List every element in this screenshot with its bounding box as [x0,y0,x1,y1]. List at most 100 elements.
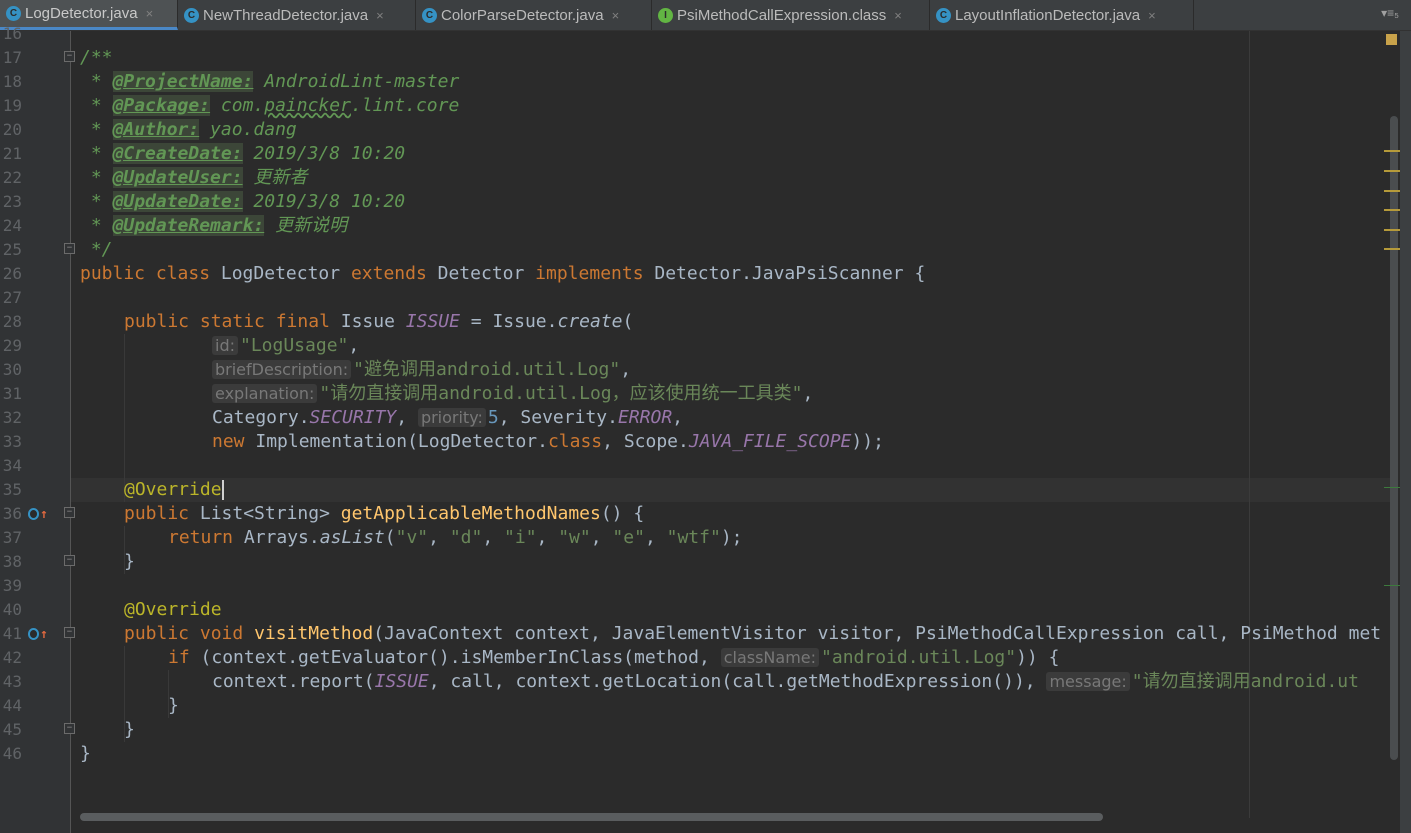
class-icon: C [6,6,21,21]
line-number: 30 [2,360,22,379]
line-number: 24 [2,216,22,235]
parameter-hint: priority: [417,408,486,427]
warning-marker[interactable] [1384,229,1400,231]
change-marker[interactable] [1384,487,1400,488]
code-line: @Override [124,599,222,620]
warning-marker[interactable] [1384,170,1400,172]
line-number: 23 [2,192,22,211]
class-icon: C [422,7,437,23]
code-line: } [80,743,91,764]
close-icon[interactable]: × [894,8,902,23]
code-line: explanation: "请勿直接调用android.util.Log，应该使用… [212,382,813,406]
line-number: 29 [2,336,22,355]
change-marker[interactable] [1384,585,1400,586]
line-number: 34 [2,456,22,475]
code-line: * @Author: yao.dang [80,119,297,140]
warning-marker[interactable] [1384,150,1400,152]
text-cursor [221,480,224,500]
right-tool-window-strip [1400,31,1411,833]
close-icon[interactable]: × [1148,8,1156,23]
code-line: public static final Issue ISSUE = Issue.… [124,311,634,332]
line-number: 45 [2,720,22,739]
parameter-hint: className: [720,648,820,667]
code-line: * @Package: com.paincker.lint.core [80,95,460,116]
line-number: 32 [2,408,22,427]
editor-tab-bar: C LogDetector.java × C NewThreadDetector… [0,0,1411,31]
close-icon[interactable]: × [612,8,620,23]
class-icon: C [184,7,199,23]
code-line: } [168,695,179,716]
line-number: 31 [2,384,22,403]
tab-label: ColorParseDetector.java [441,6,604,24]
code-line: } [124,719,135,740]
close-icon[interactable]: × [146,6,154,21]
line-number: 22 [2,168,22,187]
parameter-hint: message: [1046,672,1130,691]
close-icon[interactable]: × [376,8,384,23]
line-number: 26 [2,264,22,283]
right-margin-guide [1249,31,1250,818]
override-method-icon[interactable]: ↑ [28,626,48,642]
line-number: 36 [2,504,22,523]
tab-psimethodcallexpression[interactable]: I PsiMethodCallExpression.class × [652,0,930,30]
line-number: 37 [2,528,22,547]
tab-logdetector[interactable]: C LogDetector.java × [0,0,178,30]
caret-row-highlight [71,478,1398,502]
line-number: 28 [2,312,22,331]
line-number: 17 [2,48,22,67]
code-line: context.report(ISSUE, call, context.getL… [212,671,1359,692]
inspection-status-icon[interactable] [1386,34,1397,45]
interface-icon: I [658,7,673,23]
code-line: public List<String> getApplicableMethodN… [124,503,645,524]
horizontal-scrollbar-thumb[interactable] [80,813,1103,821]
code-line: * @UpdateUser: 更新者 [80,167,308,188]
line-number: 35 [2,480,22,499]
code-line: id: "LogUsage", [212,334,359,358]
code-line: new Implementation(LogDetector.class, Sc… [212,431,884,452]
code-line: Category.SECURITY, priority: 5, Severity.… [212,407,683,428]
line-number: 38 [2,552,22,571]
indent-guide [124,334,125,502]
line-number: 40 [2,600,22,619]
code-line: /** [80,47,113,68]
line-number: 19 [2,96,22,115]
line-number: 27 [2,288,22,307]
parameter-hint: explanation: [212,384,318,403]
line-number: 21 [2,144,22,163]
line-number: 41 [2,624,22,643]
line-number: 33 [2,432,22,451]
line-number: 18 [2,72,22,91]
code-line: */ [80,239,113,260]
code-line: if (context.getEvaluator().isMemberInCla… [168,647,1060,668]
line-number: 16 [2,24,22,43]
code-line: briefDescription: "避免调用android.util.Log", [212,358,631,382]
vertical-scrollbar-thumb[interactable] [1390,116,1398,760]
warning-marker[interactable] [1384,209,1400,211]
parameter-hint: briefDescription: [212,360,352,379]
tab-layoutinflationdetector[interactable]: C LayoutInflationDetector.java × [930,0,1194,30]
code-line: } [124,551,135,572]
line-number: 42 [2,648,22,667]
line-number: 39 [2,576,22,595]
code-line: * @ProjectName: AndroidLint-master [80,71,460,92]
code-line: public class LogDetector extends Detecto… [80,263,926,284]
warning-marker[interactable] [1384,190,1400,192]
code-editor[interactable]: /** * @ProjectName: AndroidLint-master *… [71,31,1398,818]
warning-marker[interactable] [1384,248,1400,250]
tab-label: PsiMethodCallExpression.class [677,6,887,24]
class-icon: C [936,7,951,23]
tab-colorparsedetector[interactable]: C ColorParseDetector.java × [416,0,652,30]
code-line: @Override [124,479,224,500]
line-number: 43 [2,672,22,691]
tab-newthreaddetector[interactable]: C NewThreadDetector.java × [178,0,416,30]
parameter-hint: id: [212,336,238,355]
code-line: * @UpdateDate: 2019/3/8 10:20 [80,191,406,212]
tab-list-menu-icon[interactable]: ▾≡₅ [1381,6,1399,20]
tab-label: LogDetector.java [25,5,138,22]
tab-label: NewThreadDetector.java [203,6,369,24]
gutter: 16 17 18 19 20 21 22 23 24 25 26 27 28 29 30 31 32 33 34 35… [0,24,70,833]
line-number: 25 [2,240,22,259]
override-method-icon[interactable]: ↑ [28,506,48,522]
code-line: public void visitMethod(JavaContext cont… [124,623,1382,644]
line-number: 46 [2,744,22,763]
